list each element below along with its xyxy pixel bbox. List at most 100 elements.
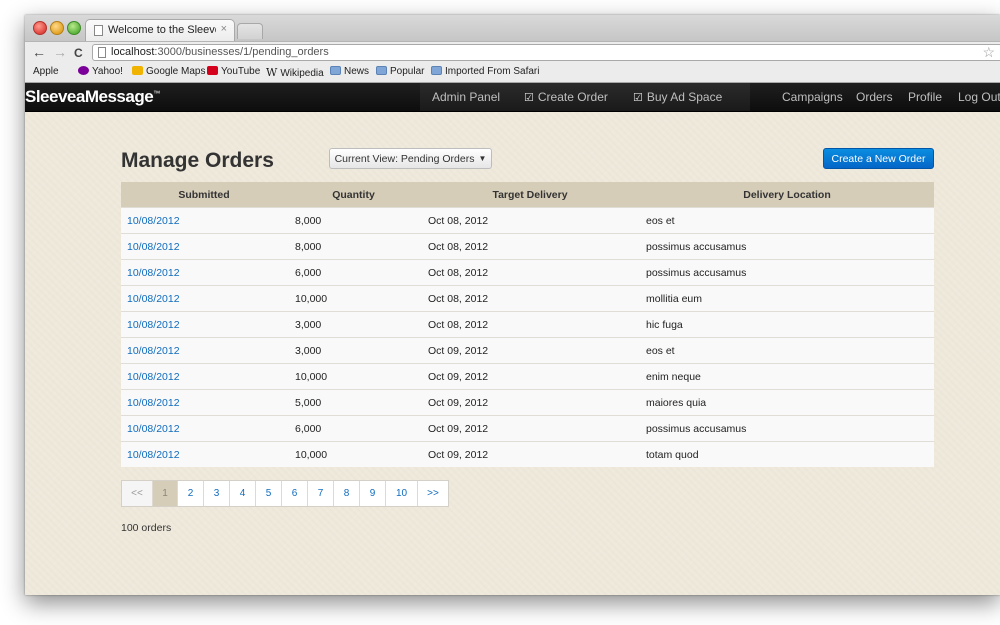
forward-icon[interactable]: → [53,44,67,60]
address-bar[interactable]: localhost:3000/businesses/1/pending_orde… [92,44,1000,61]
maximize-window-button[interactable] [67,21,81,35]
submitted-cell: 10/08/2012 [121,441,287,467]
minimize-window-button[interactable] [50,21,64,35]
app-navbar: SleeveaMessage™ Admin Panel ☑ Create Orde… [25,83,1000,112]
order-link[interactable]: 10/08/2012 [127,215,180,227]
delivery-location-cell: enim neque [640,363,934,390]
nav-orders[interactable]: Orders [856,90,893,104]
nav-log-out[interactable]: Log Out [958,90,1000,104]
delivery-location-cell: maiores quia [640,389,934,416]
table-row: 10/08/2012 3,000 Oct 08, 2012 hic fuga [121,311,934,338]
youtube-icon [207,66,218,75]
quantity-cell: 10,000 [287,363,420,390]
column-header-delivery-location: Delivery Location [640,182,934,208]
table-row: 10/08/2012 8,000 Oct 08, 2012 possimus accu… [121,233,934,260]
nav-create-order[interactable]: ☑ Create Order [524,90,608,104]
browser-tab[interactable]: Welcome to the Sleeve A Me: × [85,19,235,41]
new-tab-button[interactable] [237,23,263,39]
back-icon[interactable]: ← [32,44,46,60]
pagination-page-2[interactable]: 2 [177,481,203,506]
pagination-page-3[interactable]: 3 [203,481,229,506]
bookmark-yahoo[interactable]: Yahoo! [78,66,123,77]
page-icon [94,25,103,36]
target-delivery-cell: Oct 08, 2012 [420,311,640,338]
quantity-cell: 8,000 [287,207,420,234]
column-header-quantity: Quantity [287,182,420,208]
nav-campaigns[interactable]: Campaigns [782,90,843,104]
order-link[interactable]: 10/08/2012 [127,345,180,357]
target-delivery-cell: Oct 08, 2012 [420,259,640,286]
orders-count: 100 orders [121,522,172,534]
browser-toolbar: ← → C localhost:3000/businesses/1/pendin… [25,41,1000,64]
nav-admin-panel[interactable]: Admin Panel [432,90,500,104]
tab-close-icon[interactable]: × [221,23,227,35]
submitted-cell: 10/08/2012 [121,207,287,234]
bookmark-imported-from-safari[interactable]: Imported From Safari [431,66,539,77]
submitted-cell: 10/08/2012 [121,311,287,338]
url-text: localhost:3000/businesses/1/pending_orde… [111,46,329,58]
pagination-page-4[interactable]: 4 [229,481,255,506]
bookmark-popular[interactable]: Popular [376,66,424,77]
order-link[interactable]: 10/08/2012 [127,397,180,409]
main-content: Manage Orders Current View: Pending Orde… [25,112,1000,595]
delivery-location-cell: eos et [640,337,934,364]
table-header-row: Submitted Quantity Target Delivery Deliv… [121,182,934,208]
nav-buy-ad-space[interactable]: ☑ Buy Ad Space [633,90,722,104]
order-link[interactable]: 10/08/2012 [127,241,180,253]
delivery-location-cell: possimus accusamus [640,415,934,442]
reload-icon[interactable]: C [74,46,83,60]
pagination-prev[interactable]: << [122,481,152,506]
nav-profile[interactable]: Profile [908,90,942,104]
order-link[interactable]: 10/08/2012 [127,293,180,305]
delivery-location-cell: possimus accusamus [640,259,934,286]
pagination-page-10[interactable]: 10 [385,481,417,506]
delivery-location-cell: totam quod [640,441,934,467]
pagination: << 1 2 3 4 5 6 7 8 9 10 >> [121,480,449,507]
pagination-page-8[interactable]: 8 [333,481,359,506]
quantity-cell: 10,000 [287,441,420,467]
quantity-cell: 3,000 [287,311,420,338]
close-window-button[interactable] [33,21,47,35]
order-link[interactable]: 10/08/2012 [127,449,180,461]
order-link[interactable]: 10/08/2012 [127,267,180,279]
pagination-page-7[interactable]: 7 [307,481,333,506]
table-row: 10/08/2012 6,000 Oct 09, 2012 possimus accu… [121,415,934,442]
column-header-target-delivery: Target Delivery [420,182,640,208]
target-delivery-cell: Oct 08, 2012 [420,207,640,234]
target-delivery-cell: Oct 09, 2012 [420,337,640,364]
quantity-cell: 6,000 [287,415,420,442]
submitted-cell: 10/08/2012 [121,233,287,260]
order-link[interactable]: 10/08/2012 [127,371,180,383]
pagination-page-6[interactable]: 6 [281,481,307,506]
current-view-dropdown[interactable]: Current View: Pending Orders ▼ [329,148,492,169]
order-link[interactable]: 10/08/2012 [127,319,180,331]
table-row: 10/08/2012 10,000 Oct 08, 2012 mollitia eum [121,285,934,312]
brand-logo[interactable]: SleeveaMessage™ [25,87,160,107]
bookmark-apple[interactable]: Apple [30,66,59,77]
pagination-page-1[interactable]: 1 [152,481,177,506]
bookmark-google-maps[interactable]: Google Maps [132,66,205,77]
google-maps-icon [132,66,143,75]
bookmark-youtube[interactable]: YouTube [207,66,260,77]
table-row: 10/08/2012 6,000 Oct 08, 2012 possimus accu… [121,259,934,286]
page-title: Manage Orders [121,149,274,172]
target-delivery-cell: Oct 08, 2012 [420,233,640,260]
bookmark-news[interactable]: News [330,66,369,77]
quantity-cell: 8,000 [287,233,420,260]
edit-icon: ☑ [524,92,534,104]
bookmarks-bar: Apple Yahoo! Google Maps YouTube W Wikipe… [25,63,1000,83]
column-header-submitted: Submitted [121,182,287,208]
pagination-page-5[interactable]: 5 [255,481,281,506]
bookmark-wikipedia[interactable]: W Wikipedia [266,66,324,79]
pagination-next[interactable]: >> [417,481,448,506]
delivery-location-cell: hic fuga [640,311,934,338]
order-link[interactable]: 10/08/2012 [127,423,180,435]
pagination-page-9[interactable]: 9 [359,481,385,506]
delivery-location-cell: eos et [640,207,934,234]
create-new-order-button[interactable]: Create a New Order [823,148,934,169]
target-delivery-cell: Oct 09, 2012 [420,415,640,442]
folder-icon [330,66,341,75]
bookmark-star-icon[interactable]: ☆ [982,44,995,61]
table-row: 10/08/2012 8,000 Oct 08, 2012 eos et [121,207,934,234]
edit-icon: ☑ [633,92,643,104]
